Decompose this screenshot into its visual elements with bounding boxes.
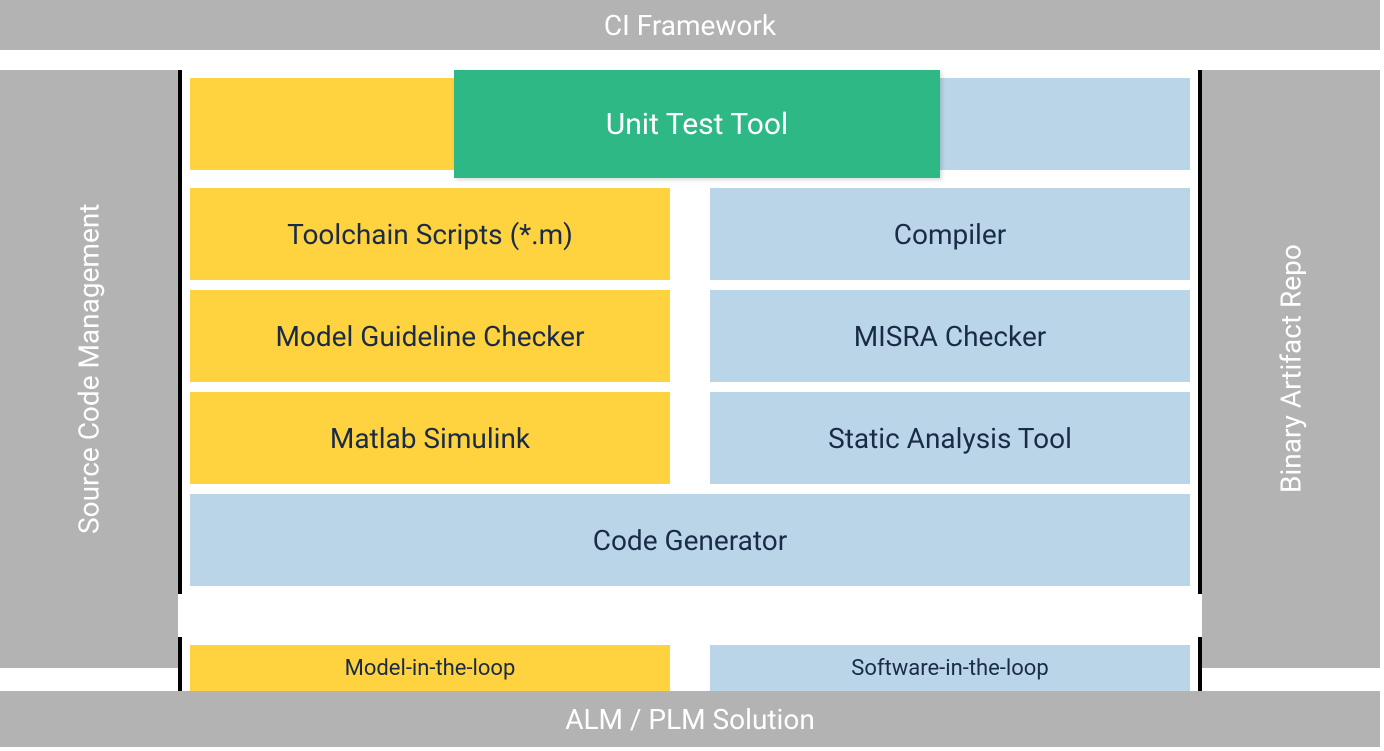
unit-test-tool-label: Unit Test Tool (606, 107, 788, 142)
ci-framework-label: CI Framework (604, 9, 776, 42)
binary-artifact-repo-band: Binary Artifact Repo (1202, 70, 1380, 668)
source-code-mgmt-band: Source Code Management (0, 70, 178, 668)
left-column: Toolchain Scripts (*.m) Model Guideline … (190, 188, 670, 484)
diagram-frame: CI Framework Source Code Management Bina… (0, 0, 1380, 747)
model-in-the-loop-label: Model-in-the-loop (345, 656, 516, 681)
model-in-the-loop-block: Model-in-the-loop (190, 645, 670, 691)
static-analysis-tool-block: Static Analysis Tool (710, 392, 1190, 484)
misra-checker-block: MISRA Checker (710, 290, 1190, 382)
model-guideline-checker-label: Model Guideline Checker (275, 320, 584, 353)
model-guideline-checker-block: Model Guideline Checker (190, 290, 670, 382)
software-in-the-loop-label: Software-in-the-loop (851, 656, 1048, 681)
static-analysis-tool-label: Static Analysis Tool (828, 422, 1072, 455)
ci-framework-band: CI Framework (0, 0, 1380, 50)
toolchain-scripts-block: Toolchain Scripts (*.m) (190, 188, 670, 280)
code-generator-row: Code Generator (190, 494, 1190, 586)
toolchain-scripts-label: Toolchain Scripts (*.m) (287, 218, 573, 251)
compiler-label: Compiler (894, 218, 1006, 251)
right-column: Compiler MISRA Checker Static Analysis T… (710, 188, 1190, 484)
source-code-mgmt-label: Source Code Management (73, 204, 106, 534)
legend-row: Model-in-the-loop Software-in-the-loop (178, 637, 1202, 691)
unit-test-row: Unit Test Tool (190, 78, 1190, 170)
matlab-simulink-block: Matlab Simulink (190, 392, 670, 484)
code-generator-label: Code Generator (593, 524, 788, 557)
compiler-block: Compiler (710, 188, 1190, 280)
binary-artifact-repo-label: Binary Artifact Repo (1275, 245, 1308, 494)
alm-plm-label: ALM / PLM Solution (565, 703, 815, 736)
core-area: Unit Test Tool Toolchain Scripts (*.m) M… (178, 70, 1202, 594)
code-generator-block: Code Generator (190, 494, 1190, 586)
unit-test-bg-yellow (190, 78, 454, 170)
two-column-area: Toolchain Scripts (*.m) Model Guideline … (190, 188, 1190, 484)
misra-checker-label: MISRA Checker (854, 320, 1047, 353)
unit-test-tool-block: Unit Test Tool (454, 70, 940, 178)
alm-plm-band: ALM / PLM Solution (0, 691, 1380, 747)
matlab-simulink-label: Matlab Simulink (330, 422, 530, 455)
software-in-the-loop-block: Software-in-the-loop (710, 645, 1190, 691)
